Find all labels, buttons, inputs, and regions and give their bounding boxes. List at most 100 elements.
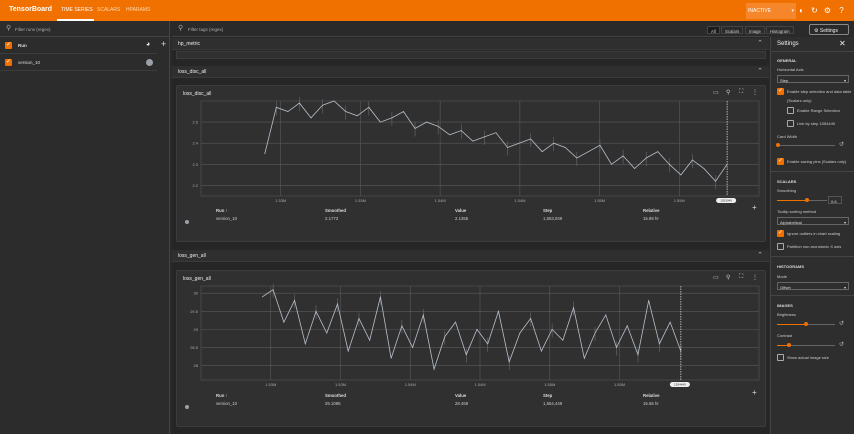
add-column-icon[interactable]: +: [752, 388, 757, 397]
table-cell-step: 1,553,049: [543, 216, 563, 221]
series-line-version-10: [264, 100, 728, 182]
theme-toggle-icon[interactable]: ◐: [797, 6, 806, 15]
ignore-outliers-checkbox[interactable]: ✓: [777, 230, 784, 237]
chip-histogram[interactable]: Histogram: [766, 26, 794, 34]
run-color-dot: [185, 220, 189, 224]
run-checkbox[interactable]: ✓: [5, 59, 12, 66]
add-column-icon[interactable]: +: [752, 203, 757, 212]
scalars-heading: SCALARS: [777, 179, 797, 184]
runs-filter-input[interactable]: Filter runs (regex): [15, 27, 51, 32]
data-point: [412, 347, 414, 348]
brightness-slider[interactable]: [804, 322, 808, 326]
data-point: [476, 328, 478, 330]
card-width-track[interactable]: [777, 145, 835, 146]
data-point: [692, 159, 693, 161]
select-value: Step: [780, 77, 789, 83]
smoothing-slider[interactable]: [805, 198, 809, 202]
scalars-only-note: (Scalars only): [787, 98, 812, 103]
runs-panel: ⚲ Filter runs (regex) ✓ Run ◕ + ✓ versio…: [0, 21, 170, 434]
actual-size-checkbox[interactable]: [777, 354, 784, 361]
line-chart[interactable]: 2.5 2.4 2.3 2.2 1.53M 1.53M 1.54M 1.54M 1.55M 1.5…: [177, 86, 767, 211]
saving-pins-checkbox[interactable]: ✓: [777, 158, 784, 165]
contrast-label: Contrast: [777, 333, 793, 338]
reset-icon[interactable]: ↺: [839, 141, 844, 148]
table-cell-relative: 15.89 hr: [643, 216, 659, 221]
data-point: [272, 289, 274, 291]
y-tick-label: 2.4: [192, 141, 198, 146]
reset-icon[interactable]: ↺: [839, 341, 844, 348]
help-icon[interactable]: ?: [837, 6, 846, 15]
tooltip-sorting-select[interactable]: Alphabetical ▾: [777, 217, 849, 225]
x-tick-label: 1.54M: [435, 198, 446, 203]
runs-column-header[interactable]: Run: [18, 43, 27, 48]
data-point: [414, 128, 416, 129]
link-by-step-checkbox[interactable]: [787, 120, 794, 127]
table-header-value: Value: [455, 393, 467, 398]
saving-pins-label: Enable saving pins (Scalars only): [787, 159, 847, 164]
tab-hparams[interactable]: HPARAMS: [126, 7, 150, 13]
chevron-up-icon[interactable]: ⌃: [757, 251, 763, 259]
y-tick-label: 29.5: [190, 309, 199, 314]
table-header-step: Step: [543, 208, 553, 213]
run-row[interactable]: ✓ version_10: [0, 55, 157, 71]
data-point: [648, 300, 650, 301]
data-point: [551, 328, 553, 330]
horizontal-axis-select[interactable]: Step ▾: [777, 75, 849, 83]
histogram-mode-select[interactable]: Offset ▾: [777, 282, 849, 290]
reload-icon[interactable]: ↻: [810, 6, 819, 15]
data-point: [508, 361, 510, 363]
group-loss-gen-all[interactable]: loss_gen_all ⌃: [172, 250, 769, 262]
chip-scalars[interactable]: Scalars: [721, 26, 744, 34]
plugin-select[interactable]: INACTIVE ▾: [746, 3, 796, 19]
chip-image[interactable]: Image: [745, 26, 765, 34]
close-icon[interactable]: ✕: [839, 39, 846, 48]
step-selection-label: Enable step selection and data table: [787, 89, 852, 94]
table-header-run[interactable]: Run ↑: [216, 208, 228, 213]
reset-icon[interactable]: ↺: [839, 320, 844, 327]
data-point: [637, 354, 639, 356]
table-cell-value: 28.469: [455, 401, 469, 406]
data-point: [495, 132, 497, 134]
settings-gear-icon[interactable]: ⚙: [823, 6, 832, 15]
data-point: [326, 332, 328, 334]
table-cell-smoothed: 29.1095: [325, 401, 341, 406]
tag-filter-input[interactable]: Filter tags (regex): [188, 27, 223, 32]
group-hp-metric[interactable]: hp_metric ⌃: [172, 38, 769, 50]
data-point: [287, 111, 289, 112]
run-color-swatch[interactable]: [146, 59, 153, 66]
card-width-slider[interactable]: [776, 143, 780, 147]
y-tick-label: 2.3: [192, 162, 198, 167]
divider: [771, 171, 854, 172]
table-header-step: Step: [543, 393, 553, 398]
images-heading: IMAGES: [777, 303, 793, 308]
settings-button[interactable]: ⚙ Settings: [809, 24, 849, 35]
line-chart[interactable]: 30 29.5 29 28.5 28 1.53M 1.53M 1.54M 1.54M 1.55M 1…: [177, 271, 767, 396]
select-value: Offset: [780, 284, 791, 290]
chevron-up-icon[interactable]: ⌃: [757, 39, 763, 47]
table-cell-step: 1,554,449: [543, 401, 563, 406]
data-point: [605, 314, 607, 316]
range-selection-checkbox[interactable]: [787, 107, 794, 114]
tab-time-series[interactable]: TIME SERIES: [61, 7, 93, 13]
add-column-icon[interactable]: +: [161, 39, 166, 49]
partition-checkbox[interactable]: [777, 243, 784, 250]
dropdown-icon: ▾: [843, 284, 846, 290]
mode-label: Mode: [777, 274, 788, 279]
data-point: [715, 180, 716, 182]
select-all-checkbox[interactable]: ✓: [5, 42, 12, 49]
table-header-run[interactable]: Run ↑: [216, 393, 228, 398]
smoothing-input[interactable]: 0.6: [828, 196, 842, 204]
contrast-slider[interactable]: [786, 343, 791, 347]
chip-all[interactable]: All: [707, 26, 720, 34]
tab-scalars[interactable]: SCALARS: [97, 7, 120, 13]
palette-icon[interactable]: ◕: [146, 41, 150, 48]
data-point: [345, 111, 347, 112]
step-selection-checkbox[interactable]: ✓: [777, 88, 784, 95]
step-label: 1553049: [720, 199, 732, 203]
table-cell-value: 2.1355: [455, 216, 469, 221]
chevron-up-icon[interactable]: ⌃: [757, 67, 763, 75]
tooltip-sorting-label: Tooltip sorting method: [777, 209, 817, 214]
group-loss-disc-all[interactable]: loss_disc_all ⌃: [172, 66, 769, 78]
data-point: [275, 106, 277, 108]
runs-filter[interactable]: ⚲ Filter runs (regex): [0, 21, 170, 37]
